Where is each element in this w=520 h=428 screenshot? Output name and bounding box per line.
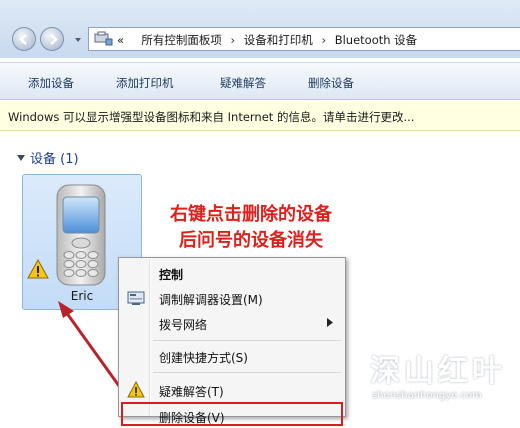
- menu-item-label: 创建快捷方式(S): [159, 351, 248, 365]
- menu-item-dialup-networking[interactable]: 拨号网络: [121, 311, 343, 335]
- devices-printers-icon: [94, 31, 113, 46]
- collapse-triangle-icon[interactable]: [16, 153, 26, 163]
- warning-icon: [127, 381, 145, 398]
- forward-button[interactable]: [40, 27, 64, 51]
- devices-group-title: 设备 (1): [30, 152, 79, 167]
- forward-arrow-icon: [50, 34, 58, 45]
- menu-item-label: 疑难解答(T): [159, 385, 224, 399]
- breadcrumb-item-bluetooth[interactable]: Bluetooth 设备: [335, 32, 417, 48]
- recent-pages-dropdown-icon[interactable]: [74, 36, 82, 44]
- modem-settings-icon: [127, 291, 145, 305]
- menu-item-label: 控制: [159, 268, 184, 282]
- menu-separator: [153, 372, 341, 373]
- annotation-line-2: 后问号的设备消失: [179, 230, 323, 251]
- breadcrumb-item-all-control-panel[interactable]: 所有控制面板项: [141, 32, 222, 48]
- breadcrumb: « 所有控制面板项 › 设备和打印机 › Bluetooth 设备: [117, 32, 417, 48]
- breadcrumb-separator[interactable]: ›: [316, 33, 331, 47]
- menu-item-modem-settings[interactable]: 调制解调器设置(M): [121, 286, 343, 310]
- menu-item-control[interactable]: 控制: [121, 261, 343, 285]
- troubleshoot-button[interactable]: 疑难解答: [220, 75, 266, 91]
- watermark-title: 深山红叶: [370, 354, 506, 389]
- address-field[interactable]: « 所有控制面板项 › 设备和打印机 › Bluetooth 设备: [88, 27, 520, 51]
- remove-device-highlight: [121, 402, 343, 426]
- watermark: 深山红叶 shenshanhongye.com: [370, 346, 520, 412]
- add-device-button[interactable]: 添加设备: [28, 75, 74, 91]
- mobile-phone-icon: [56, 184, 106, 286]
- menu-item-label: 调制解调器设置(M): [159, 293, 263, 307]
- menu-item-create-shortcut[interactable]: 创建快捷方式(S): [121, 344, 343, 368]
- breadcrumb-item-devices-printers[interactable]: 设备和打印机: [244, 32, 313, 48]
- remove-device-button[interactable]: 删除设备: [308, 75, 354, 91]
- menu-item-troubleshoot[interactable]: 疑难解答(T): [121, 378, 343, 402]
- add-printer-button[interactable]: 添加打印机: [116, 75, 174, 91]
- submenu-arrow-icon: [327, 318, 333, 327]
- warning-icon: [27, 259, 49, 279]
- back-arrow-icon: [19, 34, 27, 45]
- command-bar: 添加设备 添加打印机 疑难解答 删除设备: [0, 62, 520, 100]
- address-bar-area: « 所有控制面板项 › 设备和打印机 › Bluetooth 设备: [0, 0, 520, 58]
- watermark-url: shenshanhongye.com: [372, 390, 482, 401]
- menu-item-label: 拨号网络: [159, 318, 208, 332]
- info-bar[interactable]: Windows 可以显示增强型设备图标和来自 Internet 的信息。请单击进…: [0, 101, 520, 131]
- breadcrumb-overflow[interactable]: «: [117, 33, 124, 47]
- back-button[interactable]: [12, 27, 36, 51]
- menu-separator: [153, 340, 341, 341]
- annotation-line-1: 右键点击删除的设备: [170, 204, 332, 225]
- annotation-text: 右键点击删除的设备 后问号的设备消失: [148, 202, 354, 254]
- info-bar-text: Windows 可以显示增强型设备图标和来自 Internet 的信息。请单击进…: [8, 110, 415, 124]
- context-menu: 控制 调制解调器设置(M) 拨号网络 创建快捷方式(S) 疑难解答(T) 删除设…: [118, 257, 346, 425]
- breadcrumb-separator[interactable]: ›: [226, 33, 241, 47]
